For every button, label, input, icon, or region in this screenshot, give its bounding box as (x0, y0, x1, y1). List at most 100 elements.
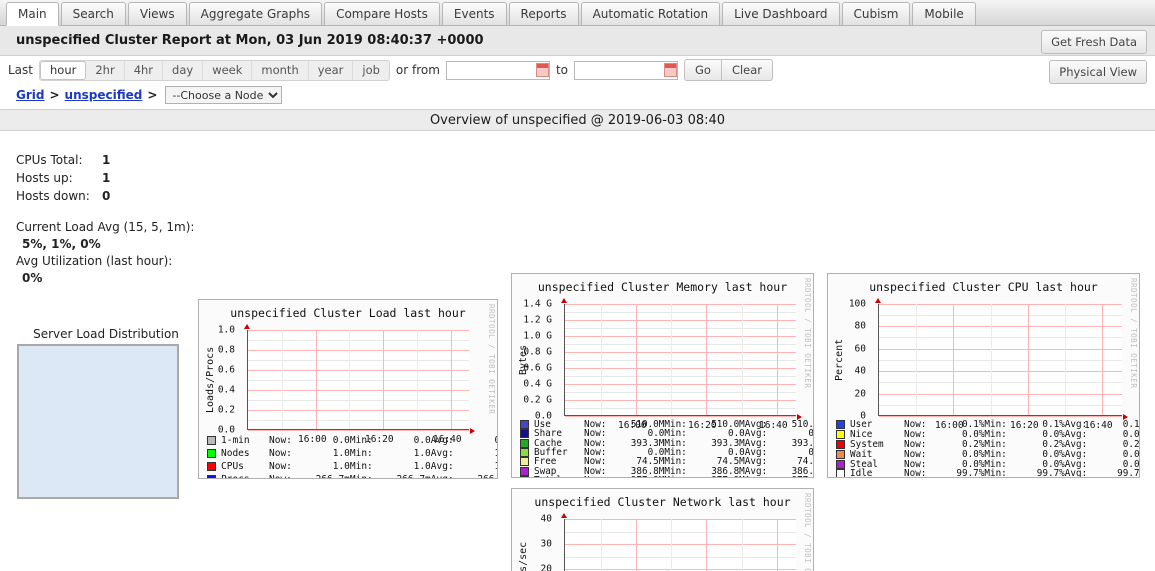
breadcrumb-cluster-link[interactable]: unspecified (65, 88, 143, 102)
graph-panel-load[interactable]: unspecified Cluster Load last hour RRDTOO… (198, 299, 498, 479)
tab-search[interactable]: Search (60, 2, 126, 25)
rrdtool-watermark: RRDTOOL / TOBI OETIKER (487, 304, 496, 415)
summary-key: Hosts down: (16, 189, 90, 203)
rrdtool-watermark: RRDTOOL / TOBI OETIKER (1129, 278, 1138, 389)
legend-stat-label-avg: Avg: (430, 461, 454, 472)
tab-live-dashboard[interactable]: Live Dashboard (722, 2, 840, 25)
node-select[interactable]: --Choose a Node (165, 86, 283, 104)
y-axis-tick: 1.2 G (523, 314, 552, 326)
grid-line-horizontal (565, 368, 796, 369)
clear-button[interactable]: Clear (720, 59, 774, 81)
server-load-distribution-box[interactable] (17, 344, 179, 499)
tab-automatic-rotation[interactable]: Automatic Rotation (580, 2, 721, 25)
legend-color-swatch (520, 448, 529, 458)
y-axis-tick: 60 (854, 343, 866, 355)
tab-main[interactable]: Main (6, 2, 59, 26)
grid-line-horizontal (565, 304, 796, 305)
grid-line-vertical-minor (349, 330, 350, 429)
legend-stat-label-min: Min: (349, 461, 373, 472)
from-date-input[interactable] (445, 60, 550, 80)
range-button-year[interactable]: year (309, 60, 354, 80)
tab-events[interactable]: Events (441, 2, 507, 25)
grid-line-horizontal-minor (565, 360, 796, 361)
legend-stat-label-now: Now: (269, 435, 292, 446)
grid-line-horizontal-minor (565, 408, 796, 409)
grid-line-horizontal (565, 519, 796, 520)
summary-row: CPUs Total: 1 (16, 151, 196, 169)
legend-row: NodesNow:1.0Min:1.0Avg:1.0Max:1. (207, 447, 498, 460)
legend-color-swatch (520, 429, 529, 439)
to-date-input[interactable] (573, 60, 678, 80)
plot-area (247, 330, 469, 431)
legend-stat-label-now: Now: (269, 461, 292, 472)
grid-line-horizontal-minor (565, 376, 796, 377)
overview-banner: Overview of unspecified @ 2019-06-03 08:… (0, 109, 1155, 131)
range-button-month[interactable]: month (252, 60, 309, 80)
graph-title: unspecified Cluster Load last hour (230, 306, 466, 320)
range-button-2hr[interactable]: 2hr (86, 60, 125, 80)
legend-stat-label-avg: Avg: (745, 475, 767, 477)
y-axis-arrow (561, 298, 567, 303)
range-button-hour[interactable]: hour (40, 60, 87, 80)
physical-view-button[interactable]: Physical View (1049, 60, 1147, 84)
legend-stat-label-min: Min: (664, 475, 686, 477)
y-axis-tick: 80 (854, 320, 866, 332)
legend-series-name: Procs (221, 474, 269, 478)
cluster-summary: CPUs Total: 1 Hosts up: 1 Hosts down: 0 Curren… (16, 151, 196, 287)
tab-mobile[interactable]: Mobile (912, 2, 976, 25)
or-from-label: or from (395, 63, 440, 77)
range-button-job[interactable]: job (353, 61, 389, 80)
y-axis-tick: 1.4 G (523, 298, 552, 310)
legend-stat-value-min: 266.7m (373, 474, 430, 478)
server-load-distribution-title: Server Load Distribution (33, 327, 179, 341)
grid-line-horizontal (565, 336, 796, 337)
breadcrumb-separator-1: > (49, 88, 60, 102)
time-range-button-group: hour 2hr 4hr day week month year job (39, 59, 390, 81)
load-avg-value: 5%, 1%, 0% (22, 237, 101, 251)
summary-value: 0 (102, 189, 111, 203)
summary-value: 1 (102, 171, 111, 185)
grid-line-horizontal-minor (565, 392, 796, 393)
legend-stat-value-min: 99.7% (1036, 468, 1065, 478)
range-button-day[interactable]: day (163, 60, 204, 80)
grid-line-horizontal-minor (565, 557, 796, 558)
go-button[interactable]: Go (683, 59, 721, 81)
tab-compare-hosts[interactable]: Compare Hosts (324, 2, 440, 25)
tab-views[interactable]: Views (127, 2, 187, 25)
legend-stat-value-avg: 1.0 (454, 448, 498, 459)
breadcrumb-separator-2: > (147, 88, 158, 102)
plot-area (564, 519, 796, 571)
grid-line-vertical (777, 304, 778, 415)
graph-panel-network[interactable]: unspecified Cluster Network last hour RRD… (511, 488, 814, 571)
graph-title: unspecified Cluster Memory last hour (537, 280, 788, 294)
legend-stat-value-avg: 0.0 (454, 435, 498, 446)
y-axis-tick: 0.2 G (523, 394, 552, 406)
grid-line-horizontal (565, 352, 796, 353)
grid-line-vertical-minor (991, 304, 992, 415)
legend-color-swatch (836, 459, 845, 469)
range-button-4hr[interactable]: 4hr (125, 60, 164, 80)
legend-color-swatch (836, 449, 845, 459)
legend-color-swatch (520, 466, 529, 476)
legend-stat-value-avg: 99.7% (1117, 468, 1140, 478)
graph-panel-cpu[interactable]: unspecified Cluster CPU last hour RRDTOOL… (827, 273, 1140, 478)
get-fresh-data-button[interactable]: Get Fresh Data (1041, 30, 1147, 54)
tab-reports[interactable]: Reports (508, 2, 579, 25)
calendar-icon-from[interactable] (535, 62, 549, 77)
calendar-icon-to[interactable] (663, 62, 677, 77)
grid-line-vertical (383, 330, 384, 429)
breadcrumb-grid-link[interactable]: Grid (16, 88, 44, 102)
legend-row: TotalNow:977.9MMin:977.9MAvg:977.9MMax:9… (520, 475, 813, 477)
y-axis-tick: 40 (540, 513, 552, 525)
legend-stat-label-min: Min: (350, 474, 373, 478)
legend-row: ProcsNow:266.7mMin:266.7mAvg:266.7mMax:2… (207, 473, 497, 478)
tab-aggregate-graphs[interactable]: Aggregate Graphs (188, 2, 323, 25)
tab-cubism[interactable]: Cubism (841, 2, 911, 25)
from-date-wrapper (445, 60, 550, 80)
y-axis-tick: 30 (540, 538, 552, 550)
report-title-bar: unspecified Cluster Report at Mon, 03 Ju… (0, 26, 1155, 56)
graph-panel-memory[interactable]: unspecified Cluster Memory last hour RRDT… (511, 273, 814, 478)
range-button-week[interactable]: week (203, 60, 253, 80)
grid-line-horizontal (248, 430, 469, 431)
legend-stat-label-avg: Avg: (430, 448, 454, 459)
